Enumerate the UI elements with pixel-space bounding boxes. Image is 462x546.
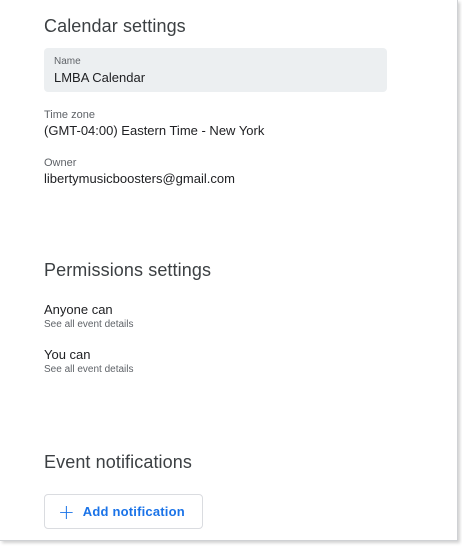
name-value[interactable]: LMBA Calendar	[54, 69, 377, 86]
owner-field: Owner libertymusicboosters@gmail.com	[44, 156, 235, 187]
owner-value: libertymusicboosters@gmail.com	[44, 171, 235, 186]
permission-title: Anyone can	[44, 302, 113, 317]
permission-item-you[interactable]: You can See all event details	[44, 347, 134, 377]
add-notification-label: Add notification	[82, 504, 185, 519]
permission-desc: See all event details	[44, 364, 134, 375]
plus-icon: +	[58, 499, 75, 524]
permissions-settings-heading: Permissions settings	[44, 260, 212, 280]
timezone-field[interactable]: Time zone (GMT-04:00) Eastern Time - New…	[44, 108, 264, 139]
permission-item-anyone[interactable]: Anyone can See all event details	[44, 302, 134, 332]
permission-desc: See all event details	[44, 319, 134, 330]
owner-label: Owner	[44, 157, 77, 169]
timezone-label: Time zone	[44, 109, 95, 121]
permission-title: You can	[44, 347, 91, 362]
name-field[interactable]: Name LMBA Calendar	[44, 48, 387, 92]
settings-panel: Calendar settings Name LMBA Calendar Tim…	[0, 0, 458, 541]
calendar-settings-heading: Calendar settings	[44, 16, 186, 36]
add-notification-button[interactable]: + Add notification	[44, 494, 203, 529]
name-label: Name	[54, 56, 81, 67]
timezone-value[interactable]: (GMT-04:00) Eastern Time - New York	[44, 122, 264, 139]
event-notifications-heading: Event notifications	[44, 452, 192, 472]
